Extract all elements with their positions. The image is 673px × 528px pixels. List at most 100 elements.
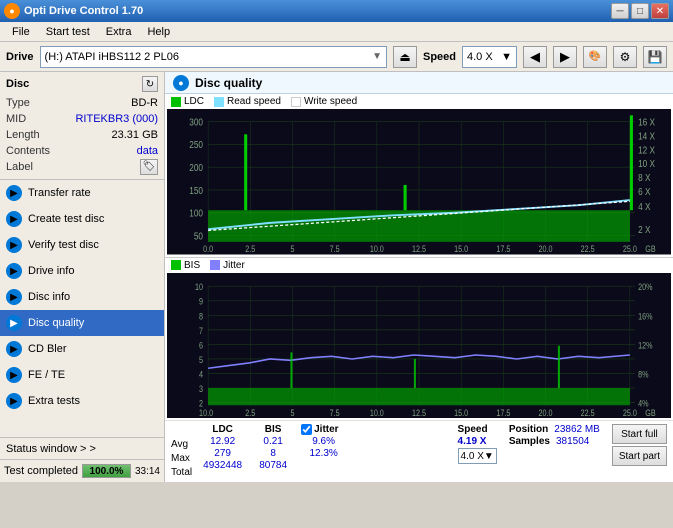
svg-text:GB: GB [645,244,655,254]
start-part-button[interactable]: Start part [612,446,667,466]
svg-text:2.5: 2.5 [245,244,255,254]
bis-legend-label: BIS [184,260,200,271]
nav-extra-tests[interactable]: ▶ Extra tests [0,388,164,414]
maximize-button[interactable]: □ [631,3,649,19]
save-button[interactable]: 💾 [643,46,667,68]
svg-text:300: 300 [189,117,203,128]
nav-drive-info[interactable]: ▶ Drive info [0,258,164,284]
jitter-avg: 9.6% [301,436,346,447]
disc-panel-title: Disc [6,78,29,90]
minimize-button[interactable]: ─ [611,3,629,19]
title-bar: ● Opti Drive Control 1.70 ─ □ ✕ [0,0,673,22]
write-speed-legend-color [291,97,301,107]
speed-select[interactable]: 4.0 X ▼ [462,46,517,68]
speed-stat: Speed 4.19 X 4.0 X ▼ [458,424,497,464]
eject-button[interactable]: ⏏ [393,46,417,68]
disc-type-label: Type [6,95,30,111]
disc-quality-header: ● Disc quality [165,72,673,94]
menu-extra[interactable]: Extra [98,24,140,40]
svg-text:7.5: 7.5 [330,244,340,254]
jitter-max: 12.3% [301,448,346,459]
speed-value: 4.0 X [467,51,493,63]
drive-label: Drive [6,51,34,63]
jitter-legend-color [210,260,220,270]
nav-cd-bler[interactable]: ▶ CD Bler [0,336,164,362]
drive-select[interactable]: (H:) ATAPI iHBS112 2 PL06 ▼ [40,46,387,68]
menu-file[interactable]: File [4,24,38,40]
speed-dropdown-arrow: ▼ [501,51,512,63]
color-button[interactable]: 🎨 [583,46,607,68]
disc-type-value: BD-R [131,95,158,111]
status-window-button[interactable]: Status window > > [0,438,164,460]
disc-contents-value: data [137,143,158,159]
svg-text:22.5: 22.5 [581,244,595,254]
settings-button[interactable]: ⚙ [613,46,637,68]
nav-fe-te[interactable]: ▶ FE / TE [0,362,164,388]
svg-text:0.0: 0.0 [203,244,213,254]
svg-text:10.0: 10.0 [370,406,384,417]
app-icon: ● [4,3,20,19]
upper-chart-area: 300 250 200 150 100 50 16 X 14 X 12 X 10… [165,109,673,257]
app-title: Opti Drive Control 1.70 [24,5,143,17]
menu-start-test[interactable]: Start test [38,24,98,40]
jitter-stats-header: Jitter [314,424,338,435]
read-speed-legend-label: Read speed [227,96,281,107]
svg-text:8 X: 8 X [638,172,650,183]
samples-label: Samples [509,436,550,447]
time-display: 33:14 [135,466,160,477]
close-button[interactable]: ✕ [651,3,669,19]
nav-fe-te-label: FE / TE [28,369,65,381]
menu-help[interactable]: Help [139,24,178,40]
nav-disc-quality[interactable]: ▶ Disc quality [0,310,164,336]
svg-text:22.5: 22.5 [581,406,595,417]
bis-total: 80784 [253,460,293,471]
svg-text:14 X: 14 X [638,131,655,142]
svg-text:12 X: 12 X [638,145,655,156]
svg-text:5: 5 [290,406,294,417]
svg-text:20.0: 20.0 [539,406,553,417]
speed-dropdown[interactable]: 4.0 X ▼ [458,448,497,464]
nav-verify-test-disc[interactable]: ▶ Verify test disc [0,232,164,258]
svg-text:150: 150 [189,185,203,196]
prev-button[interactable]: ◀ [523,46,547,68]
nav-disc-info[interactable]: ▶ Disc info [0,284,164,310]
disc-label-button[interactable]: 🏷 [140,159,158,175]
svg-text:10: 10 [195,281,203,292]
svg-text:7.5: 7.5 [330,406,340,417]
disc-length-label: Length [6,127,40,143]
nav-create-test-disc[interactable]: ▶ Create test disc [0,206,164,232]
nav-create-test-disc-label: Create test disc [28,213,104,225]
nav-extra-tests-label: Extra tests [28,395,80,407]
svg-text:1: 1 [199,406,203,417]
sidebar-status: Status window > > Test completed 100.0% … [0,437,164,482]
nav-disc-info-label: Disc info [28,291,70,303]
speed-dropdown-chevron: ▼ [484,451,494,462]
svg-text:3: 3 [199,383,203,394]
nav-disc-quality-label: Disc quality [28,317,84,329]
nav-transfer-rate[interactable]: ▶ Transfer rate [0,180,164,206]
verify-test-disc-icon: ▶ [6,237,22,253]
ldc-legend-label: LDC [184,96,204,107]
svg-text:25.0: 25.0 [623,406,637,417]
ldc-total: 4932448 [200,460,245,471]
next-button[interactable]: ▶ [553,46,577,68]
disc-quality-icon: ▶ [6,315,22,331]
progress-text: 100.0% [83,465,130,477]
svg-text:15.0: 15.0 [454,244,468,254]
disc-info-icon: ▶ [6,289,22,305]
start-full-button[interactable]: Start full [612,424,667,444]
position-label: Position [509,424,548,435]
bis-stats-header: BIS [253,424,293,435]
sidebar: Disc ↻ Type BD-R MID RITEKBR3 (000) Leng… [0,72,165,482]
svg-text:6: 6 [199,339,203,350]
bis-legend-color [171,260,181,270]
disc-quality-title: Disc quality [195,76,262,90]
bis-stats: BIS 0.21 8 80784 [253,424,293,471]
disc-label-label: Label [6,159,33,175]
svg-text:10.0: 10.0 [370,244,384,254]
jitter-checkbox[interactable] [301,424,312,435]
svg-text:12.5: 12.5 [412,244,426,254]
start-buttons: Start full Start part [612,424,667,466]
disc-panel: Disc ↻ Type BD-R MID RITEKBR3 (000) Leng… [0,72,164,180]
disc-refresh-button[interactable]: ↻ [142,76,158,92]
